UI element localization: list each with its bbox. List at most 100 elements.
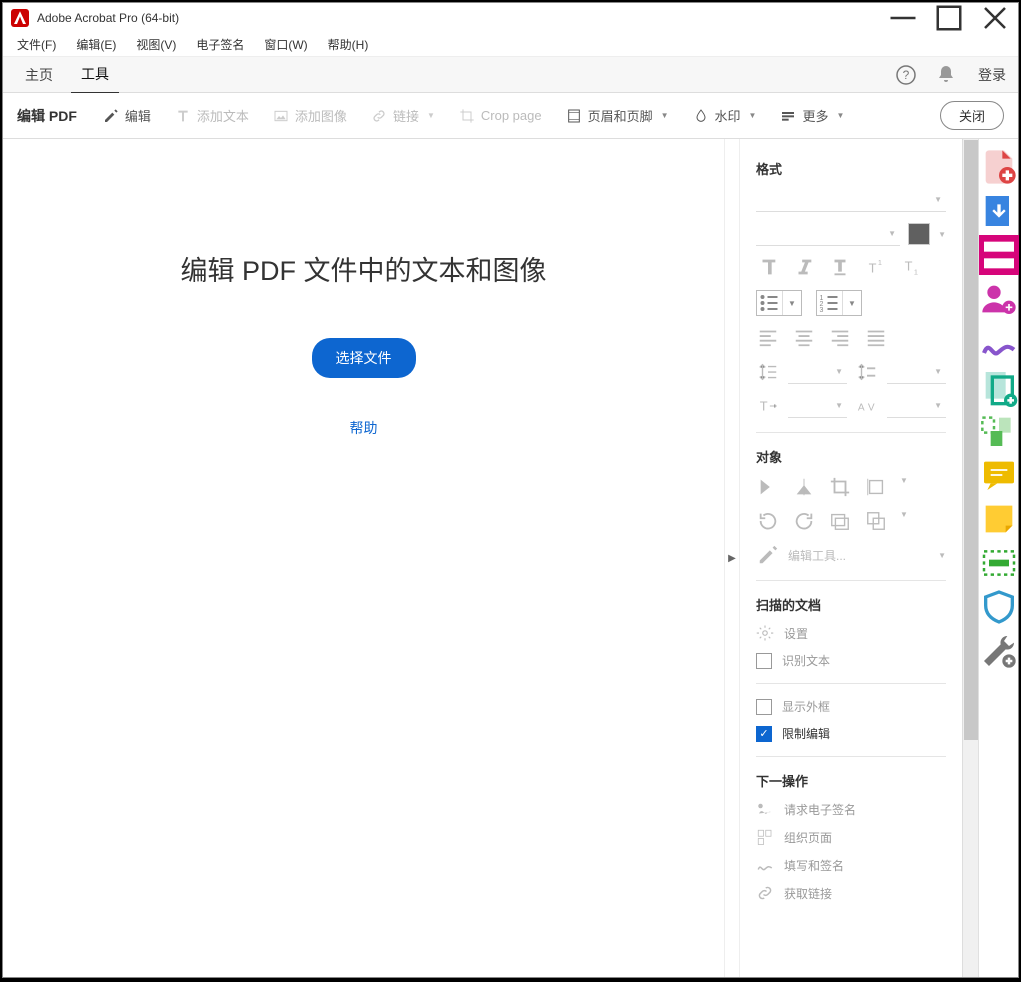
header-footer-button[interactable]: 页眉和页脚▼ <box>556 102 679 129</box>
select-file-button[interactable]: 选择文件 <box>312 338 416 378</box>
menu-edit[interactable]: 编辑(E) <box>70 34 122 55</box>
fill-sign-button[interactable]: 填写和签名 <box>756 856 946 874</box>
toolbar-title: 编辑 PDF <box>17 106 77 126</box>
organize-icon <box>756 828 774 846</box>
close-window-button[interactable] <box>972 3 1018 33</box>
svg-text:T: T <box>869 261 877 276</box>
replace-image-icon[interactable] <box>828 510 852 532</box>
format-panel: 格式 ▼ ▼▼ T1 T1 ▼ 123▼ ▼ <box>740 139 962 977</box>
flip-horizontal-icon[interactable] <box>792 476 816 498</box>
svg-text:3: 3 <box>820 307 824 314</box>
crop-object-icon[interactable] <box>828 476 852 498</box>
tabbar: 主页 工具 ? 登录 <box>3 57 1018 93</box>
collapse-panel-handle[interactable]: ▶ <box>724 139 740 977</box>
menu-file[interactable]: 文件(F) <box>11 34 62 55</box>
link-button[interactable]: 链接▼ <box>361 102 445 129</box>
tab-home[interactable]: 主页 <box>15 57 63 93</box>
tab-tools[interactable]: 工具 <box>71 56 119 94</box>
align-justify-icon[interactable] <box>864 326 888 348</box>
minimize-button[interactable] <box>880 3 926 33</box>
rotate-ccw-icon[interactable] <box>756 510 780 532</box>
svg-text:1: 1 <box>878 258 882 267</box>
add-text-button[interactable]: 添加文本 <box>165 102 259 129</box>
bullet-list-dropdown[interactable]: ▼ <box>756 290 802 316</box>
login-button[interactable]: 登录 <box>978 65 1006 85</box>
edit-button[interactable]: 编辑 <box>93 102 161 129</box>
more-button[interactable]: 更多▼ <box>770 102 854 129</box>
crop-button[interactable]: Crop page <box>449 104 552 128</box>
bell-icon[interactable] <box>934 63 958 87</box>
settings-button[interactable]: 设置 <box>756 624 946 642</box>
char-spacing-dropdown[interactable]: ▼ <box>887 394 946 418</box>
rail-protect-icon[interactable] <box>979 587 1019 627</box>
rail-edit-pdf-icon[interactable] <box>979 235 1019 275</box>
outline-checkbox[interactable]: 显示外框 <box>756 698 946 715</box>
restrict-checkbox[interactable]: ✓限制编辑 <box>756 725 946 742</box>
request-sign-button[interactable]: 请求电子签名 <box>756 800 946 818</box>
align-object-icon[interactable] <box>864 476 888 498</box>
rail-export-pdf-icon[interactable] <box>979 191 1019 231</box>
organize-button[interactable]: 组织页面 <box>756 828 946 846</box>
svg-text:1: 1 <box>914 267 918 276</box>
edit-tools-dropdown[interactable]: 编辑工具...▼ <box>756 544 946 566</box>
maximize-button[interactable] <box>926 3 972 33</box>
add-image-button[interactable]: 添加图像 <box>263 102 357 129</box>
rail-create-pdf-icon[interactable] <box>979 147 1019 187</box>
superscript-icon[interactable]: T1 <box>864 256 888 278</box>
svg-text:A: A <box>858 403 865 414</box>
svg-text:?: ? <box>903 68 910 82</box>
number-list-dropdown[interactable]: 123▼ <box>816 290 862 316</box>
rail-redact-icon[interactable] <box>979 543 1019 583</box>
get-links-button[interactable]: 获取链接 <box>756 884 946 902</box>
bold-icon[interactable] <box>756 256 780 278</box>
sign-icon <box>756 800 774 818</box>
font-family-dropdown[interactable]: ▼ <box>756 188 946 212</box>
format-header: 格式 <box>756 159 946 178</box>
rail-notes-icon[interactable] <box>979 499 1019 539</box>
vertical-scrollbar[interactable] <box>962 139 978 977</box>
rail-combine-icon[interactable] <box>979 367 1019 407</box>
rail-more-tools-icon[interactable] <box>979 631 1019 671</box>
menu-sign[interactable]: 电子签名 <box>190 34 250 55</box>
menu-view[interactable]: 视图(V) <box>130 34 182 55</box>
help-icon[interactable]: ? <box>894 63 918 87</box>
more-icon <box>780 108 796 124</box>
menu-window[interactable]: 窗口(W) <box>258 34 313 55</box>
window-title: Adobe Acrobat Pro (64-bit) <box>37 11 880 25</box>
watermark-button[interactable]: 水印▼ <box>683 102 767 129</box>
flip-vertical-icon[interactable] <box>756 476 780 498</box>
align-left-icon[interactable] <box>756 326 780 348</box>
arrange-icon[interactable] <box>864 510 888 532</box>
line-spacing-dropdown[interactable]: ▼ <box>788 360 847 384</box>
font-size-dropdown[interactable]: ▼ <box>756 222 900 246</box>
pencil-icon <box>756 544 780 566</box>
close-tool-button[interactable]: 关闭 <box>940 101 1004 130</box>
svg-text:T: T <box>905 259 913 274</box>
rail-fill-sign-icon[interactable] <box>979 323 1019 363</box>
line-spacing-icon <box>756 361 780 383</box>
align-right-icon[interactable] <box>828 326 852 348</box>
object-header: 对象 <box>756 447 946 466</box>
horizontal-scale-dropdown[interactable]: ▼ <box>788 394 847 418</box>
subscript-icon[interactable]: T1 <box>900 256 924 278</box>
ocr-checkbox[interactable]: 识别文本 <box>756 652 946 669</box>
color-swatch[interactable] <box>908 223 930 245</box>
scanned-header: 扫描的文档 <box>756 595 946 614</box>
paragraph-spacing-dropdown[interactable]: ▼ <box>887 360 946 384</box>
edit-icon <box>103 108 119 124</box>
rail-request-sign-icon[interactable] <box>979 279 1019 319</box>
bullet-icon <box>757 291 783 315</box>
italic-icon[interactable] <box>792 256 816 278</box>
align-center-icon[interactable] <box>792 326 816 348</box>
right-tool-rail <box>978 139 1018 977</box>
rail-organize-icon[interactable] <box>979 411 1019 451</box>
watermark-icon <box>693 108 709 124</box>
char-spacing-icon: AV <box>855 395 879 417</box>
menu-help[interactable]: 帮助(H) <box>322 34 375 55</box>
svg-text:T: T <box>760 399 768 414</box>
help-link[interactable]: 帮助 <box>350 418 378 438</box>
menubar: 文件(F) 编辑(E) 视图(V) 电子签名 窗口(W) 帮助(H) <box>3 33 1018 57</box>
rail-comment-icon[interactable] <box>979 455 1019 495</box>
rotate-cw-icon[interactable] <box>792 510 816 532</box>
underline-icon[interactable] <box>828 256 852 278</box>
